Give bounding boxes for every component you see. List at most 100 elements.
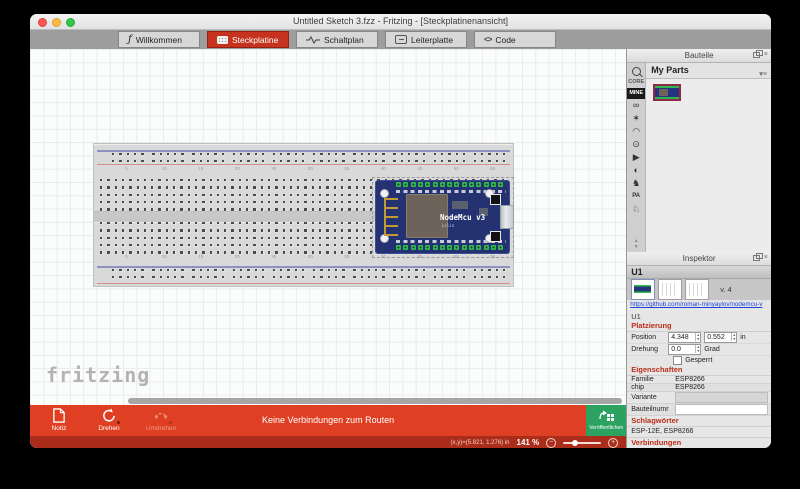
- seeed-bin-icon[interactable]: ◠: [627, 125, 645, 138]
- close-icon[interactable]: ×: [764, 254, 768, 261]
- rotate-button[interactable]: Drehen: [86, 408, 132, 432]
- pa-bin-icon[interactable]: PA: [627, 190, 645, 203]
- tags-section-header: Schlagwörter: [627, 416, 771, 427]
- status-bar: (x,y)=(5.821, 1.276) in 141 % − +: [30, 436, 626, 448]
- tab-schaltplan[interactable]: Schaltplan: [296, 31, 378, 48]
- part-source-link[interactable]: https://github.com/roman-minyaylov/nodem…: [627, 300, 771, 308]
- rotation-spinbox[interactable]: 0.0▴▾: [668, 344, 701, 355]
- part-version: v. 4: [720, 285, 732, 294]
- publish-icon: [598, 410, 614, 424]
- publish-label: Veröffentlichen: [589, 425, 623, 431]
- breadboard-canvas[interactable]: 5510101515202025253030353540404545505055…: [30, 49, 626, 448]
- bin-parts-area: [646, 79, 771, 252]
- tab-leiterplatte[interactable]: Leiterplatte: [385, 31, 467, 48]
- search-icon[interactable]: [632, 67, 641, 76]
- boar-bin-icon[interactable]: ♘: [627, 203, 645, 216]
- intel-bin-icon[interactable]: ⊙: [627, 138, 645, 151]
- close-button[interactable]: [38, 18, 47, 27]
- parts-panel: Bauteile × CORE MINE ∞ ✶ ◠ ⊙: [627, 49, 771, 252]
- rotation-label: Drehung: [631, 346, 665, 353]
- parts-panel-title: Bauteile: [685, 51, 714, 60]
- property-row-variant: Variante: [627, 392, 771, 404]
- fritzing-watermark: fritzing: [46, 363, 150, 387]
- arduino-bin-icon[interactable]: ∞: [627, 99, 645, 112]
- tab-steckplatine[interactable]: Steckplatine: [207, 31, 289, 48]
- partnumber-input[interactable]: [675, 404, 768, 415]
- tab-code[interactable]: <> Code: [474, 31, 556, 48]
- position-label: Position: [631, 334, 665, 341]
- picaxe-bin-icon[interactable]: ♞: [627, 177, 645, 190]
- bin-strip-scroll: ▲ ▼: [634, 239, 639, 252]
- scroll-down-icon[interactable]: ▼: [634, 245, 639, 250]
- sparkfun-bin-icon[interactable]: ✶: [627, 112, 645, 125]
- rotate-icon: [101, 408, 117, 423]
- undock-icon[interactable]: [753, 52, 760, 58]
- rotation-unit: Grad: [704, 346, 720, 353]
- right-sidebar: Bauteile × CORE MINE ∞ ✶ ◠ ⊙: [626, 49, 771, 448]
- title-bar: Untitled Sketch 3.fzz - Fritzing - [Stec…: [30, 14, 771, 30]
- position-y-spinbox[interactable]: 0.552▴▾: [704, 332, 737, 343]
- position-unit: in: [740, 334, 745, 341]
- power-rail-red-bottom: [97, 283, 510, 285]
- zoom-out-button[interactable]: −: [546, 438, 556, 448]
- reset-button: [490, 194, 501, 205]
- bin-tab-strip: CORE MINE ∞ ✶ ◠ ⊙ ▶ ◐ ♞ PA ♘ ▲ ▼: [627, 63, 646, 252]
- mounting-hole: [380, 189, 389, 198]
- nodemcu-board[interactable]: NodeMcu v3 Lolin: [375, 180, 510, 254]
- tab-label: Steckplatine: [232, 35, 278, 45]
- bin-tab-core[interactable]: CORE: [627, 77, 645, 88]
- publish-button[interactable]: Veröffentlichen: [586, 405, 626, 436]
- flip-button[interactable]: Umdrehen: [138, 408, 184, 432]
- locked-checkbox[interactable]: [673, 356, 682, 365]
- part-name: U1: [627, 308, 771, 321]
- schematic-preview[interactable]: [658, 279, 682, 300]
- brand-bin-icon[interactable]: ◐: [627, 164, 645, 177]
- wifi-antenna: [384, 198, 402, 236]
- bin-tab-mine[interactable]: MINE: [627, 88, 645, 99]
- flash-button: [490, 231, 501, 242]
- zoom-in-button[interactable]: +: [608, 438, 618, 448]
- inspector-panel: Inspektor × U1 v. 4 https://github.com/r…: [627, 252, 771, 448]
- traffic-lights: [38, 18, 75, 27]
- pcb-preview[interactable]: [685, 279, 709, 300]
- inspector-panel-title: Inspektor: [683, 254, 716, 263]
- view-tab-bar: ƒ Willkommen Steckplatine Schaltplan Lei…: [30, 30, 771, 49]
- placement-section-header: Platzierung: [627, 321, 771, 332]
- fritzing-f-icon: ƒ: [128, 35, 132, 45]
- rotate-label: Drehen: [98, 425, 119, 432]
- note-button[interactable]: Notiz: [36, 408, 82, 432]
- tab-label: Willkommen: [136, 35, 182, 45]
- bin-menu-icon[interactable]: ▾≡: [759, 67, 767, 82]
- zoom-button[interactable]: [66, 18, 75, 27]
- note-icon: [52, 408, 66, 423]
- routing-status-message: Keine Verbindungen zum Routen: [262, 415, 394, 425]
- nodemcu-part-thumbnail[interactable]: [653, 84, 681, 101]
- tab-label: Schaltplan: [324, 35, 364, 45]
- variant-dropdown[interactable]: [675, 392, 768, 403]
- pcb-icon: [395, 35, 407, 44]
- parallax-bin-icon[interactable]: ▶: [627, 151, 645, 164]
- close-icon[interactable]: ×: [764, 51, 768, 58]
- breadboard-preview[interactable]: [631, 279, 655, 300]
- property-row-partnumber: Bauteilnumr: [627, 404, 771, 416]
- inspector-part-ref: U1: [627, 266, 771, 279]
- flip-label: Umdrehen: [146, 425, 176, 432]
- tab-willkommen[interactable]: ƒ Willkommen: [118, 31, 200, 48]
- minimize-button[interactable]: [52, 18, 61, 27]
- app-window: Untitled Sketch 3.fzz - Fritzing - [Stec…: [30, 14, 771, 448]
- zoom-slider[interactable]: [563, 442, 601, 444]
- flip-icon: [153, 408, 169, 423]
- horizontal-scrollbar[interactable]: [128, 398, 622, 404]
- schematic-icon: [306, 36, 320, 44]
- position-x-spinbox[interactable]: 4.348▴▾: [668, 332, 701, 343]
- power-rail-red-top: [97, 164, 510, 166]
- bottom-toolbar: Notiz Drehen Umdrehen Keine Verbindungen…: [30, 405, 626, 436]
- tab-label: Leiterplatte: [411, 35, 453, 45]
- tab-label: Code: [495, 35, 515, 45]
- undock-icon[interactable]: [753, 255, 760, 261]
- breadboard-icon: [217, 36, 228, 44]
- micro-usb-connector: [500, 205, 514, 229]
- property-value: ESP8266: [675, 376, 705, 383]
- zoom-slider-thumb[interactable]: [572, 440, 578, 446]
- locked-label: Gesperrt: [685, 357, 712, 364]
